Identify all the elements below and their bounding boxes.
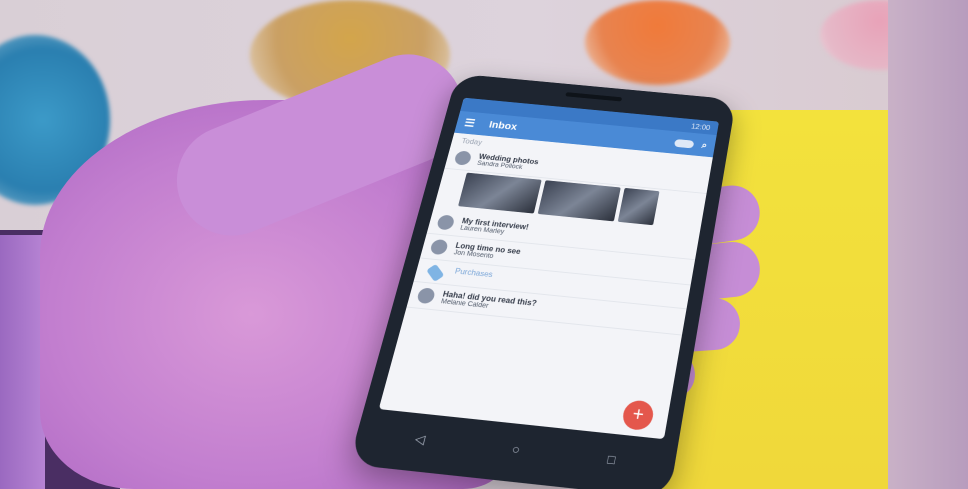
pin-toggle[interactable] xyxy=(674,138,695,149)
avatar xyxy=(453,150,473,166)
photo-thumbnail[interactable] xyxy=(617,187,660,226)
search-icon[interactable]: ⌕ xyxy=(701,140,708,150)
avatar xyxy=(435,214,456,231)
compose-button[interactable]: + xyxy=(620,399,656,432)
status-time: 12:00 xyxy=(690,122,711,132)
earpiece xyxy=(565,92,623,102)
sleeve xyxy=(0,235,45,489)
avatar xyxy=(416,287,437,305)
right-panel xyxy=(888,0,968,489)
photo-thumbnail[interactable] xyxy=(458,172,542,214)
avatar xyxy=(429,238,449,256)
orange-ornament xyxy=(585,0,730,85)
bundle-icon xyxy=(426,263,445,283)
back-icon[interactable]: ◁ xyxy=(413,431,426,447)
photo-thumbnail[interactable] xyxy=(537,180,621,222)
photo-scene: 12:00 ☰ Inbox ⌕ Today Wedding photos San… xyxy=(0,0,968,489)
recents-icon[interactable]: □ xyxy=(606,452,617,468)
home-icon[interactable]: ○ xyxy=(510,442,521,458)
